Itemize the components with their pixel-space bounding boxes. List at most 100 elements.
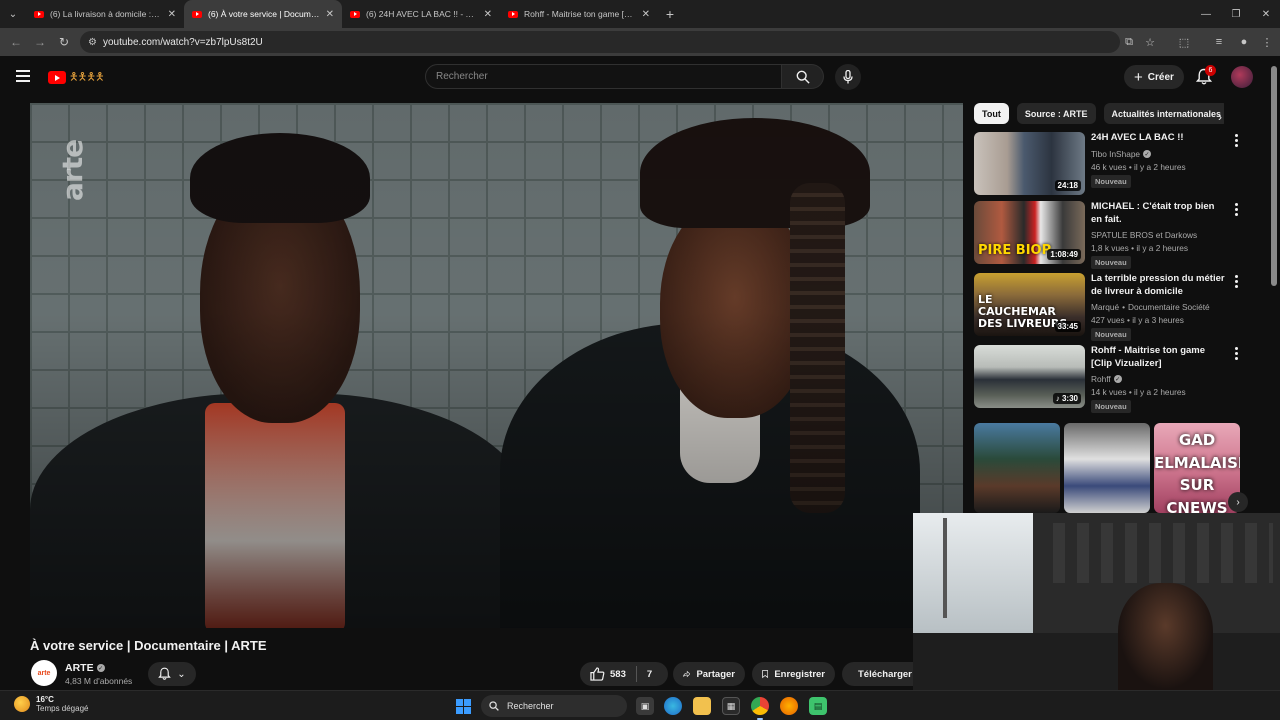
tab-title: Rohff - Maitrise ton game [Clip [524, 9, 636, 19]
video-thumbnail[interactable]: ♪ 3:30 [974, 345, 1085, 408]
browser-tab[interactable]: (6) La livraison à domicile : de l' ✕ [26, 0, 184, 28]
weather-widget[interactable]: 16°C Temps dégagé [14, 695, 88, 713]
like-dislike-group: 583 7 [580, 662, 668, 686]
upload-age: il y a 2 heures [1134, 162, 1186, 172]
recommended-video[interactable]: PIRE BIOP 1:08:49 MICHAEL : C'était trop… [974, 201, 1244, 269]
microsoft-store-icon[interactable]: ▦ [722, 697, 740, 715]
recommended-video[interactable]: 24:18 24H AVEC LA BAC !! Tibo InShape ✓ … [974, 132, 1244, 196]
channel-name-row[interactable]: ARTE ✓ [65, 662, 105, 674]
browser-tab[interactable]: (6) 24H AVEC LA BAC !! - YouTu ✕ [342, 0, 500, 28]
video-thumbnail[interactable]: 24:18 [974, 132, 1085, 195]
more-options-icon[interactable] [1232, 347, 1240, 360]
video-thumbnail[interactable]: PIRE BIOP 1:08:49 [974, 201, 1085, 264]
address-bar: ← → ↻ ⚙ youtube.com/watch?v=zb7lpUs8t2U [0, 28, 1280, 56]
recommended-channel-row: Tibo InShape ✓ [1091, 149, 1152, 159]
forward-icon[interactable]: → [28, 30, 52, 54]
edge-browser-icon[interactable] [664, 697, 682, 715]
site-info-icon[interactable]: ⚙ [88, 37, 97, 48]
recommended-title: MICHAEL : C'était trop bien en fait. [1091, 201, 1215, 225]
more-options-icon[interactable] [1232, 203, 1240, 216]
short-thumbnail[interactable] [1064, 423, 1150, 513]
recommended-video[interactable]: ♪ 3:30 Rohff - Maitrise ton game [Clip V… [974, 345, 1244, 413]
share-arrow-icon [683, 670, 691, 678]
search-button[interactable] [782, 64, 824, 89]
youtube-favicon-icon [508, 10, 518, 18]
recommended-channel: Rohff [1091, 374, 1111, 384]
windows-start-icon[interactable] [456, 699, 471, 714]
close-tab-icon[interactable]: ✕ [642, 9, 650, 20]
back-icon[interactable]: ← [4, 30, 28, 54]
task-view-icon[interactable]: ▣ [636, 697, 654, 715]
like-button[interactable]: 583 [590, 667, 626, 681]
bookmark-icon [762, 670, 769, 679]
create-label: Créer [1147, 71, 1174, 83]
firefox-icon[interactable] [780, 697, 798, 715]
channel-name: ARTE [65, 662, 94, 674]
media-controls-icon[interactable]: ≡ [1208, 28, 1230, 56]
search-input[interactable] [425, 64, 782, 89]
bookmark-star-icon[interactable]: ☆ [1139, 28, 1161, 56]
dislike-button[interactable]: 7 [647, 669, 652, 680]
chips-next-icon[interactable]: › [1218, 110, 1222, 124]
browser-tab[interactable]: Rohff - Maitrise ton game [Clip ✕ [500, 0, 658, 28]
short-thumbnail[interactable] [974, 423, 1060, 513]
chrome-browser-icon[interactable] [751, 697, 769, 720]
chip-all[interactable]: Tout [974, 103, 1009, 124]
menu-icon[interactable] [16, 70, 30, 82]
youtube-logo[interactable]: 🯅🯅🯅🯅 [48, 68, 105, 87]
new-tab-icon[interactable]: + [658, 6, 682, 22]
close-window-icon[interactable]: ✕ [1250, 0, 1280, 28]
minimize-icon[interactable]: — [1190, 0, 1222, 28]
extensions-icon[interactable]: ⬚ [1173, 28, 1195, 56]
new-badge: Nouveau [1091, 175, 1131, 188]
video-duration: 33:45 [1054, 321, 1081, 332]
cast-icon[interactable]: ⧉ [1118, 28, 1140, 56]
video-thumbnail[interactable]: LE CAUCHEMAR DES LIVREURS 33:45 [974, 273, 1085, 336]
tab-title: (6) 24H AVEC LA BAC !! - YouTu [366, 9, 478, 19]
search-bar [425, 64, 824, 89]
webcam-person [1118, 583, 1213, 690]
url-field[interactable]: ⚙ youtube.com/watch?v=zb7lpUs8t2U [80, 31, 1120, 53]
channel-avatar[interactable]: arte [31, 660, 57, 686]
video-duration: 1:08:49 [1047, 249, 1081, 260]
download-button[interactable]: Télécharger [842, 662, 913, 686]
app-green-icon[interactable]: ▤ [809, 697, 827, 715]
youtube-favicon-icon [34, 10, 44, 18]
tab-search-chevron-icon[interactable]: ⌄ [0, 0, 26, 28]
profile-icon[interactable]: ● [1233, 28, 1255, 56]
short-thumbnail[interactable]: GAD ELMALAISE SUR CNEWS [1154, 423, 1240, 513]
tab-title: (6) À votre service | Documenta [208, 9, 320, 19]
youtube-header: 🯅🯅🯅🯅 + Créer 6 [0, 56, 1280, 98]
video-player[interactable]: arte [30, 103, 963, 628]
taskbar-search[interactable]: Rechercher [481, 695, 627, 717]
recommended-video[interactable]: LE CAUCHEMAR DES LIVREURS 33:45 La terri… [974, 273, 1244, 341]
shorts-next-icon[interactable]: › [1228, 492, 1248, 512]
search-icon [796, 70, 810, 84]
share-button[interactable]: Partager [673, 662, 745, 686]
youtube-favicon-icon [350, 10, 360, 18]
close-tab-icon[interactable]: ✕ [326, 9, 334, 20]
verified-check-icon: ✓ [1113, 375, 1122, 383]
close-tab-icon[interactable]: ✕ [168, 9, 176, 20]
webcam-shelf [1053, 523, 1273, 583]
save-button[interactable]: Enregistrer [752, 662, 835, 686]
more-options-icon[interactable] [1232, 134, 1240, 147]
maximize-icon[interactable]: ❐ [1220, 0, 1252, 28]
create-button[interactable]: + Créer [1124, 65, 1184, 89]
close-tab-icon[interactable]: ✕ [484, 9, 492, 20]
account-avatar[interactable] [1231, 66, 1253, 88]
recommended-meta: 427 vues • il y a 3 heures [1091, 315, 1184, 325]
more-options-icon[interactable] [1232, 275, 1240, 288]
reload-icon[interactable]: ↻ [52, 30, 76, 54]
voice-search-button[interactable] [835, 64, 861, 90]
save-label: Enregistrer [774, 668, 825, 680]
subscription-bell-button[interactable]: ⌄ [148, 662, 196, 686]
chip-international-news[interactable]: Actualités internationales [1103, 103, 1224, 124]
browser-menu-icon[interactable]: ⋮ [1256, 28, 1278, 56]
file-explorer-icon[interactable] [693, 697, 711, 715]
plus-icon: + [1134, 68, 1143, 86]
page-scrollbar[interactable] [1271, 66, 1277, 286]
chip-source-arte[interactable]: Source : ARTE [1016, 103, 1096, 124]
notification-count-badge: 6 [1205, 65, 1216, 76]
browser-tab-active[interactable]: (6) À votre service | Documenta ✕ [184, 0, 342, 28]
